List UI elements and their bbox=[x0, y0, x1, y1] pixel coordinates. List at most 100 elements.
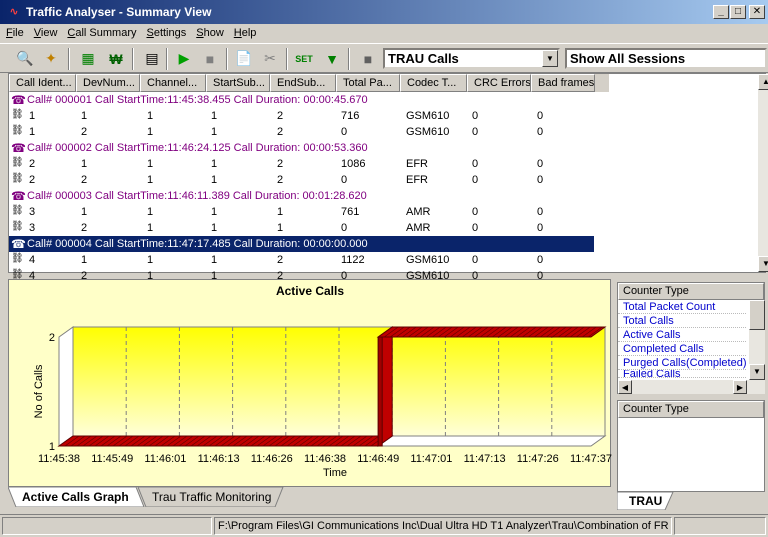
table-row[interactable]: ⛓ 4 1 1 1 2 1122 GSM610 0 0 bbox=[9, 252, 609, 268]
call-header-text: Call# 000001 Call StartTime:11:45:38.455… bbox=[27, 94, 368, 106]
menu-view[interactable]: View bbox=[34, 27, 58, 39]
table-cell: 1 bbox=[277, 206, 284, 218]
call-type-value: TRAU Calls bbox=[388, 51, 459, 66]
scroll-down-icon[interactable]: ▼ bbox=[758, 256, 768, 272]
clear-icon[interactable]: ✂ bbox=[258, 47, 282, 70]
col-bad-frames[interactable]: Bad frames bbox=[531, 74, 595, 92]
scroll-down-icon[interactable]: ▼ bbox=[749, 364, 765, 380]
table-cell: 1 bbox=[81, 254, 88, 266]
x-tick-label: 11:46:13 bbox=[198, 453, 240, 465]
phone-icon: ☎ bbox=[11, 189, 26, 203]
counter-item[interactable]: Total Packet Count bbox=[618, 300, 746, 314]
table-cell: GSM610 bbox=[406, 126, 450, 138]
table-row[interactable]: ⛓ 3 1 1 1 1 761 AMR 0 0 bbox=[9, 204, 609, 220]
col-call-ident[interactable]: Call Ident... bbox=[9, 74, 76, 92]
sessions-field[interactable]: Show All Sessions bbox=[565, 48, 767, 69]
chart-side-wall bbox=[58, 326, 74, 447]
close-button[interactable]: ✕ bbox=[749, 5, 765, 19]
menu-call-summary[interactable]: Call Summary bbox=[67, 27, 136, 39]
call-group-row[interactable]: ☎ Call# 000004 Call StartTime:11:47:17.48… bbox=[9, 236, 594, 252]
table-row[interactable]: ⛓ 1 1 1 1 2 716 GSM610 0 0 bbox=[9, 108, 609, 124]
counter-item[interactable]: Failed Calls bbox=[618, 370, 746, 378]
col-devnum[interactable]: DevNum... bbox=[76, 74, 140, 92]
menu-help[interactable]: Help bbox=[234, 27, 257, 39]
counter-item[interactable]: Total Calls bbox=[618, 314, 746, 328]
scroll-thumb[interactable] bbox=[749, 300, 765, 330]
table-cell: 0 bbox=[472, 126, 479, 138]
counter-scrollbar[interactable]: ▼ bbox=[749, 300, 765, 380]
filter-icon[interactable]: ▼ bbox=[320, 47, 344, 70]
maximize-button[interactable]: □ bbox=[730, 5, 746, 19]
scroll-right-icon[interactable]: ▶ bbox=[733, 380, 747, 394]
search-icon[interactable]: 🔍 bbox=[13, 47, 37, 70]
counter-item[interactable]: Active Calls bbox=[618, 328, 746, 342]
counter-list-header[interactable]: Counter Type bbox=[618, 283, 764, 300]
table-cell: AMR bbox=[406, 206, 431, 218]
table-cell: 1 bbox=[81, 110, 88, 122]
stop-session-icon[interactable]: ■ bbox=[356, 47, 380, 70]
table-row[interactable]: ⛓ 2 2 1 1 2 0 EFR 0 0 bbox=[9, 172, 609, 188]
menu-settings[interactable]: Settings bbox=[146, 27, 186, 39]
stop-icon[interactable]: ■ bbox=[198, 47, 222, 70]
table-cell: 1 bbox=[29, 110, 36, 122]
call-group-row[interactable]: ☎ Call# 000003 Call StartTime:11:46:11.38… bbox=[9, 188, 594, 204]
table-row[interactable]: ⛓ 2 1 1 1 2 1086 EFR 0 0 bbox=[9, 156, 609, 172]
scroll-up-icon[interactable]: ▲ bbox=[758, 74, 768, 90]
status-cell-right bbox=[674, 517, 766, 535]
report-icon[interactable]: 📄 bbox=[232, 47, 256, 70]
call-group-row[interactable]: ☎ Call# 000001 Call StartTime:11:45:38.45… bbox=[9, 92, 594, 108]
binoculars-icon[interactable]: ₩ bbox=[104, 47, 128, 70]
scroll-left-icon[interactable]: ◀ bbox=[618, 380, 632, 394]
minimize-button[interactable]: _ bbox=[713, 5, 729, 19]
table-cell: 2 bbox=[29, 158, 36, 170]
chevron-down-icon[interactable]: ▼ bbox=[542, 50, 558, 67]
series-riser-face bbox=[377, 336, 383, 447]
table-cell: 1 bbox=[211, 110, 218, 122]
app-logo-icon: ∿ bbox=[9, 6, 19, 18]
counter-item[interactable]: Purged Calls(Completed) bbox=[618, 356, 746, 370]
call-group-row[interactable]: ☎ Call# 000002 Call StartTime:11:46:24.12… bbox=[9, 140, 594, 156]
table-cell: 1 bbox=[147, 110, 154, 122]
table-cell: 1 bbox=[211, 254, 218, 266]
col-channel[interactable]: Channel... bbox=[140, 74, 206, 92]
table-cell: 2 bbox=[81, 174, 88, 186]
menu-bar: File View Call Summary Settings Show Hel… bbox=[0, 24, 768, 42]
col-total-packets[interactable]: Total Pa... bbox=[336, 74, 400, 92]
table-cell: 1 bbox=[147, 254, 154, 266]
col-endsub[interactable]: EndSub... bbox=[270, 74, 336, 92]
table-cell: GSM610 bbox=[406, 254, 450, 266]
set-filter-icon[interactable]: SET bbox=[292, 47, 316, 70]
channel-node-icon: ⛓ bbox=[11, 205, 24, 216]
col-codec-type[interactable]: Codec T... bbox=[400, 74, 467, 92]
call-type-select[interactable]: TRAU Calls ▼ bbox=[383, 48, 560, 69]
table-cell: 0 bbox=[472, 158, 479, 170]
document-list-icon[interactable]: ▤ bbox=[140, 47, 164, 70]
table-cell: 2 bbox=[277, 158, 284, 170]
menu-show[interactable]: Show bbox=[196, 27, 224, 39]
counter-detail-header[interactable]: Counter Type bbox=[618, 401, 764, 418]
call-header-text: Call# 000003 Call StartTime:11:46:11.389… bbox=[27, 190, 367, 202]
table-cell: 0 bbox=[341, 126, 348, 138]
table-cell: 0 bbox=[537, 126, 544, 138]
play-icon[interactable]: ▶ bbox=[172, 47, 196, 70]
col-crc-errors[interactable]: CRC Errors bbox=[467, 74, 531, 92]
tab-trau[interactable]: TRAU bbox=[629, 494, 662, 508]
tab-active-calls-graph[interactable]: Active Calls Graph bbox=[12, 487, 139, 507]
settings-wizard-icon[interactable]: ✦ bbox=[39, 47, 63, 70]
table-cell: 1 bbox=[211, 158, 218, 170]
x-tick-label: 11:46:38 bbox=[304, 453, 346, 465]
menu-file[interactable]: File bbox=[6, 27, 24, 39]
tab-trau-traffic-monitoring[interactable]: Trau Traffic Monitoring bbox=[142, 487, 281, 507]
counter-hscrollbar[interactable]: ◀ ▶ bbox=[618, 380, 765, 394]
title-bar: ∿ Traffic Analyser - Summary View _ □ ✕ bbox=[0, 0, 768, 24]
table-row[interactable]: ⛓ 3 2 1 1 1 0 AMR 0 0 bbox=[9, 220, 609, 236]
capture-icon[interactable]: ▦ bbox=[76, 47, 100, 70]
table-cell: 1 bbox=[81, 206, 88, 218]
table-scrollbar[interactable]: ▲ ▼ bbox=[758, 74, 768, 272]
table-row[interactable]: ⛓ 1 2 1 1 2 0 GSM610 0 0 bbox=[9, 124, 609, 140]
counter-panel: Counter Type Total Packet Count Total Ca… bbox=[617, 282, 766, 510]
col-startsub[interactable]: StartSub... bbox=[206, 74, 270, 92]
table-cell: 0 bbox=[341, 222, 348, 234]
counter-item[interactable]: Completed Calls bbox=[618, 342, 746, 356]
table-cell: 1 bbox=[147, 222, 154, 234]
